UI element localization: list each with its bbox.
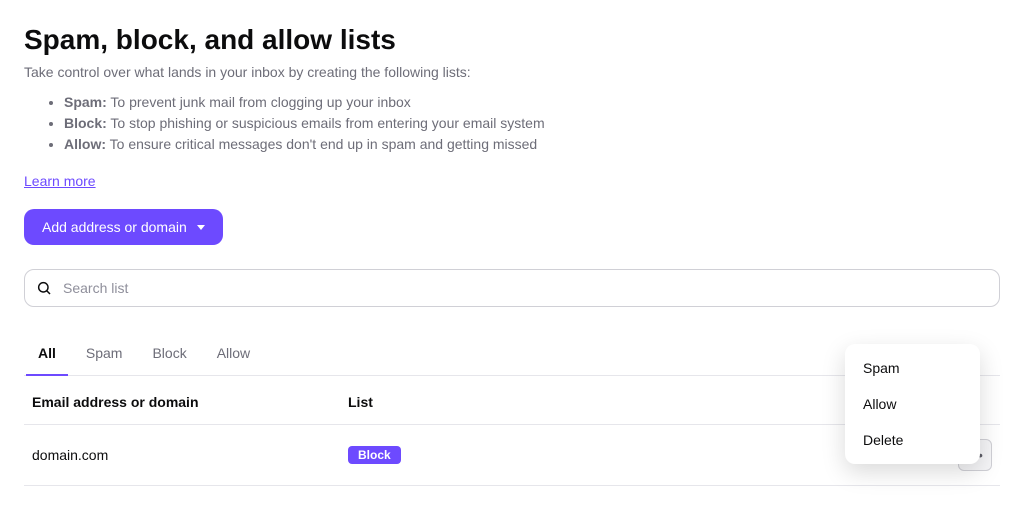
tab-block[interactable]: Block (152, 335, 186, 375)
add-address-button[interactable]: Add address or domain (24, 209, 223, 245)
list-item: Allow: To ensure critical messages don't… (64, 134, 1000, 155)
learn-more-link[interactable]: Learn more (24, 173, 96, 189)
page-subtitle: Take control over what lands in your inb… (24, 64, 1000, 80)
context-menu-item-spam[interactable]: Spam (845, 350, 980, 386)
caret-down-icon (197, 225, 205, 230)
tab-allow[interactable]: Allow (217, 335, 250, 375)
row-context-menu: Spam Allow Delete (845, 344, 980, 464)
row-list-cell: Block (348, 446, 401, 464)
tab-all[interactable]: All (38, 335, 56, 375)
search-icon (36, 280, 52, 296)
description-list: Spam: To prevent junk mail from clogging… (24, 92, 1000, 155)
row-address: domain.com (32, 447, 348, 463)
column-header-address: Email address or domain (32, 394, 348, 410)
context-menu-item-delete[interactable]: Delete (845, 422, 980, 458)
page-title: Spam, block, and allow lists (24, 24, 1000, 56)
column-header-list: List (348, 394, 373, 410)
add-address-label: Add address or domain (42, 219, 187, 235)
list-badge: Block (348, 446, 401, 464)
search-wrapper (24, 269, 1000, 307)
search-input[interactable] (24, 269, 1000, 307)
list-item: Spam: To prevent junk mail from clogging… (64, 92, 1000, 113)
tab-spam[interactable]: Spam (86, 335, 123, 375)
context-menu-item-allow[interactable]: Allow (845, 386, 980, 422)
list-item: Block: To stop phishing or suspicious em… (64, 113, 1000, 134)
